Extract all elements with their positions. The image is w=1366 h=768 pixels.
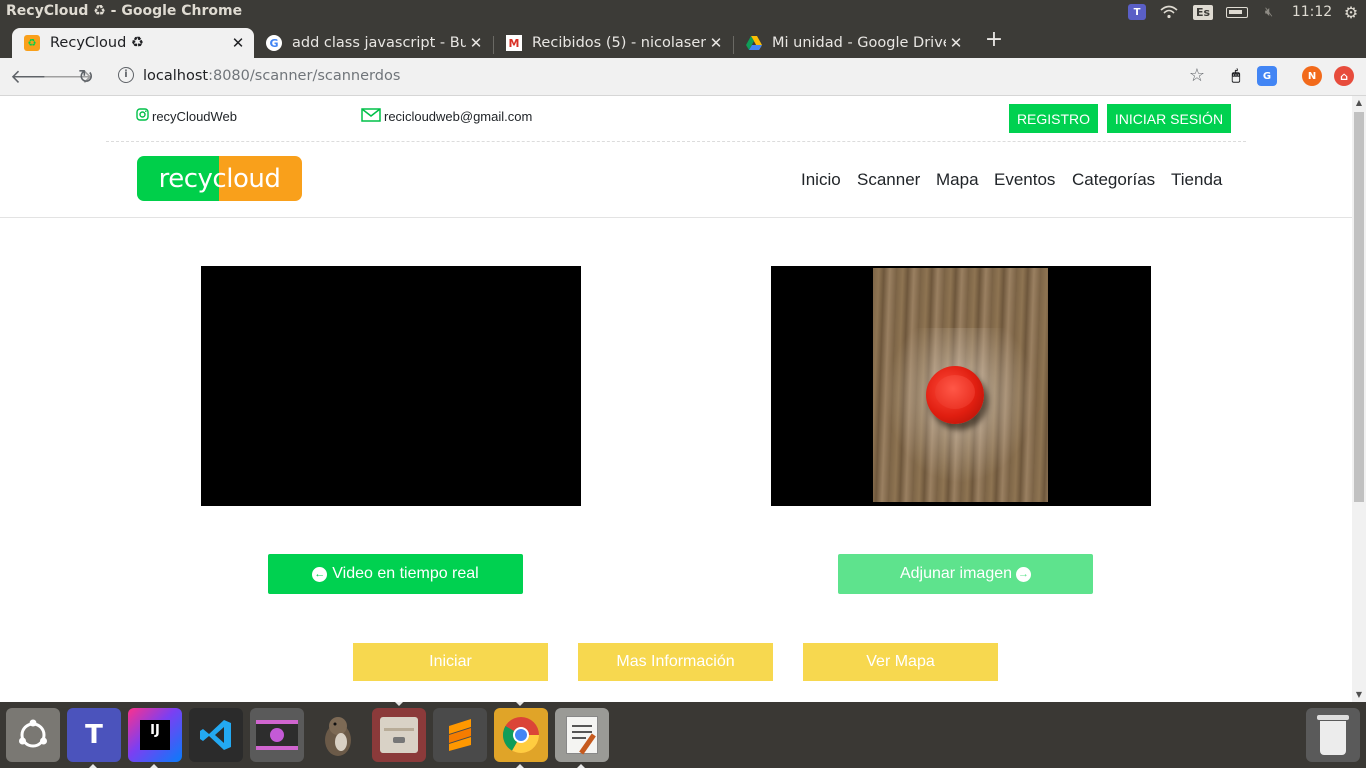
tab-title: RecyCloud ♻	[50, 35, 144, 51]
running-indicator	[516, 702, 524, 706]
nav-mapa[interactable]: Mapa	[936, 170, 979, 190]
running-indicator	[395, 702, 403, 706]
google-drive-favicon-icon	[746, 35, 762, 51]
arrow-left-circle-icon: ←	[312, 566, 328, 582]
live-video-feed	[201, 266, 581, 506]
nav-eventos[interactable]: Eventos	[994, 170, 1055, 190]
profile-avatar[interactable]: N	[1302, 66, 1322, 86]
tab-title: Recibidos (5) - nicolasema	[532, 35, 706, 51]
window-title: RecyCloud ♻ - Google Chrome	[6, 3, 243, 19]
close-icon[interactable]: ✕	[466, 34, 486, 52]
attach-image-button[interactable]: Adjunar imagen →	[838, 554, 1093, 594]
vscode-icon[interactable]	[189, 708, 243, 762]
start-button[interactable]: Iniciar	[353, 643, 548, 681]
logo-text: recycloud	[158, 163, 281, 194]
more-info-button[interactable]: Mas Información	[578, 643, 773, 681]
system-gear-icon[interactable]: ⚙	[1340, 0, 1362, 24]
tab-google-drive[interactable]: Mi unidad - Google Drive ✕	[734, 28, 972, 58]
address-bar[interactable]: i localhost:8080/scanner/scannerdos ☆	[110, 63, 1215, 91]
gmail-favicon-icon: M	[506, 35, 522, 51]
contact-email: recicloudweb@gmail.com	[384, 109, 533, 124]
tab-title: add class javascript - Busc	[292, 35, 466, 51]
url-path: :8080/scanner/scannerdos	[208, 68, 401, 84]
teams-tray-icon[interactable]: T	[1126, 0, 1148, 24]
new-tab-button[interactable]: +	[984, 28, 1004, 52]
bottle-cap-photo	[873, 268, 1048, 502]
close-icon[interactable]: ✕	[946, 34, 966, 52]
tab-strip: ♻ RecyCloud ♻ ✕ G add class javascript -…	[0, 24, 1366, 58]
page-scrollbar[interactable]: ▲ ▼	[1352, 96, 1366, 702]
login-button[interactable]: INICIAR SESIÓN	[1107, 104, 1231, 133]
mouse-extension-icon[interactable]: 🖱︎	[1226, 66, 1246, 86]
url-text[interactable]: localhost:8080/scanner/scannerdos	[143, 68, 400, 84]
attach-image-label: Adjunar imagen	[899, 565, 1013, 582]
text-editor-icon[interactable]	[555, 708, 609, 762]
gimp-icon[interactable]	[311, 708, 365, 762]
tab-title: Mi unidad - Google Drive	[772, 35, 946, 51]
volume-muted-icon[interactable]: 🔇︎	[1258, 0, 1280, 24]
screen-recorder-icon[interactable]	[250, 708, 304, 762]
reload-button[interactable]: ↻	[74, 65, 98, 89]
menu-extension-icon[interactable]: ⌂	[1334, 66, 1354, 86]
trash-icon[interactable]	[1306, 708, 1360, 762]
running-indicator	[89, 764, 97, 768]
tab-gmail[interactable]: M Recibidos (5) - nicolasema ✕	[494, 28, 732, 58]
register-button[interactable]: REGISTRO	[1009, 104, 1098, 133]
email-contact[interactable]: recicloudweb@gmail.com	[361, 108, 532, 125]
realtime-video-button[interactable]: ← Video en tiempo real	[268, 554, 523, 594]
keyboard-layout-indicator[interactable]: Es	[1192, 0, 1214, 24]
realtime-video-label: Video en tiempo real	[332, 565, 479, 582]
close-icon[interactable]: ✕	[228, 34, 248, 52]
running-indicator	[577, 764, 585, 768]
instagram-contact[interactable]: recyCloudWeb	[136, 108, 237, 124]
clock[interactable]: 11:12	[1290, 0, 1334, 24]
browser-toolbar: 🡐 🡒 ↻ i localhost:8080/scanner/scannerdo…	[0, 58, 1366, 96]
sublime-text-icon[interactable]	[433, 708, 487, 762]
nav-inicio[interactable]: Inicio	[801, 170, 841, 190]
recycloud-logo[interactable]: recycloud	[137, 156, 302, 201]
bookmark-star-icon[interactable]: ☆	[1189, 65, 1205, 86]
url-host: localhost	[143, 68, 209, 84]
ubuntu-dash-icon[interactable]	[6, 708, 60, 762]
google-translate-icon[interactable]: G	[1257, 66, 1277, 86]
wifi-icon[interactable]	[1158, 0, 1180, 24]
chrome-icon[interactable]	[494, 708, 548, 762]
nav-categorias[interactable]: Categorías	[1072, 170, 1155, 190]
close-icon[interactable]: ✕	[706, 34, 726, 52]
uploaded-image-preview	[771, 266, 1151, 506]
instagram-handle: recyCloudWeb	[152, 108, 238, 124]
system-top-bar: RecyCloud ♻ - Google Chrome T Es 🔇︎ 11:1…	[0, 0, 1366, 24]
files-icon[interactable]	[372, 708, 426, 762]
mail-icon	[361, 108, 381, 125]
instagram-icon	[136, 108, 149, 124]
nav-tienda[interactable]: Tienda	[1171, 170, 1222, 190]
microsoft-teams-icon[interactable]: T	[67, 708, 121, 762]
header-divider	[106, 141, 1246, 142]
site-info-icon[interactable]: i	[118, 67, 134, 83]
forward-button[interactable]: 🡒	[42, 65, 93, 89]
running-indicator	[516, 764, 524, 768]
intellij-idea-icon[interactable]: IJ	[128, 708, 182, 762]
battery-icon[interactable]	[1224, 0, 1250, 24]
running-indicator	[150, 764, 158, 768]
tab-recycloud[interactable]: ♻ RecyCloud ♻ ✕	[12, 28, 254, 58]
view-map-button[interactable]: Ver Mapa	[803, 643, 998, 681]
recycloud-favicon-icon: ♻	[24, 35, 40, 51]
scroll-up-arrow-icon[interactable]: ▲	[1352, 96, 1366, 110]
google-favicon-icon: G	[266, 35, 282, 51]
tab-google-search[interactable]: G add class javascript - Busc ✕	[254, 28, 492, 58]
arrow-right-circle-icon: →	[1016, 566, 1032, 582]
back-button[interactable]: 🡐	[10, 65, 61, 89]
nav-scanner[interactable]: Scanner	[857, 170, 920, 190]
scroll-down-arrow-icon[interactable]: ▼	[1352, 688, 1366, 702]
ubuntu-dock: T IJ	[0, 702, 1366, 768]
web-page: recyCloudWeb recicloudweb@gmail.com REGI…	[0, 96, 1352, 702]
header-bottom-border	[0, 217, 1352, 218]
scrollbar-thumb[interactable]	[1354, 112, 1364, 502]
